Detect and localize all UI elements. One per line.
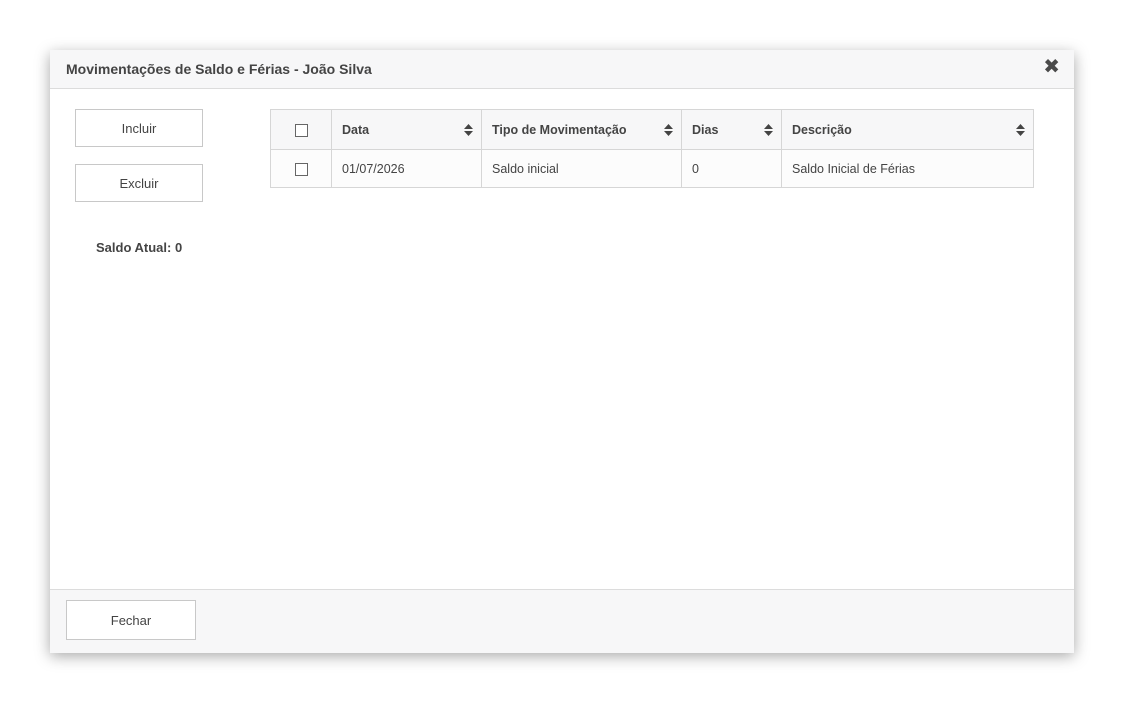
cell-descricao: Saldo Inicial de Férias: [781, 149, 1034, 188]
cell-tipo: Saldo inicial: [481, 149, 682, 188]
header-select-all-cell: [270, 109, 332, 150]
excluir-button[interactable]: Excluir: [75, 164, 203, 202]
sort-icon[interactable]: [664, 123, 673, 136]
dialog-body: Incluir Excluir Saldo Atual: 0 Data Tipo…: [50, 89, 1074, 589]
incluir-button[interactable]: Incluir: [75, 109, 203, 147]
dialog: Movimentações de Saldo e Férias - João S…: [50, 50, 1074, 653]
column-header-label: Tipo de Movimentação: [492, 122, 627, 137]
cell-dias: 0: [681, 149, 782, 188]
column-header-data[interactable]: Data: [331, 109, 482, 150]
sort-icon[interactable]: [1016, 123, 1025, 136]
column-header-dias[interactable]: Dias: [681, 109, 782, 150]
saldo-atual-label: Saldo Atual: 0: [96, 240, 183, 255]
close-icon[interactable]: ✖: [1043, 56, 1060, 78]
dialog-footer: Fechar: [50, 589, 1074, 653]
column-header-tipo[interactable]: Tipo de Movimentação: [481, 109, 682, 150]
select-all-checkbox[interactable]: [294, 123, 308, 137]
table-header-row: Data Tipo de Movimentação Dias Descrição: [270, 109, 1034, 150]
table-row[interactable]: 01/07/2026 Saldo inicial 0 Saldo Inicial…: [270, 149, 1034, 188]
column-header-label: Data: [342, 122, 370, 137]
column-header-descricao[interactable]: Descrição: [781, 109, 1034, 150]
dialog-title: Movimentações de Saldo e Férias - João S…: [66, 61, 372, 77]
dialog-header: Movimentações de Saldo e Férias - João S…: [50, 50, 1074, 89]
row-checkbox[interactable]: [294, 162, 308, 176]
sort-icon[interactable]: [464, 123, 473, 136]
column-header-label: Descrição: [792, 122, 852, 137]
sort-icon[interactable]: [764, 123, 773, 136]
movimentacoes-table: Data Tipo de Movimentação Dias Descrição: [270, 109, 1034, 188]
row-select-cell: [270, 149, 332, 188]
column-header-label: Dias: [692, 122, 719, 137]
cell-data: 01/07/2026: [331, 149, 482, 188]
fechar-button[interactable]: Fechar: [66, 600, 196, 640]
